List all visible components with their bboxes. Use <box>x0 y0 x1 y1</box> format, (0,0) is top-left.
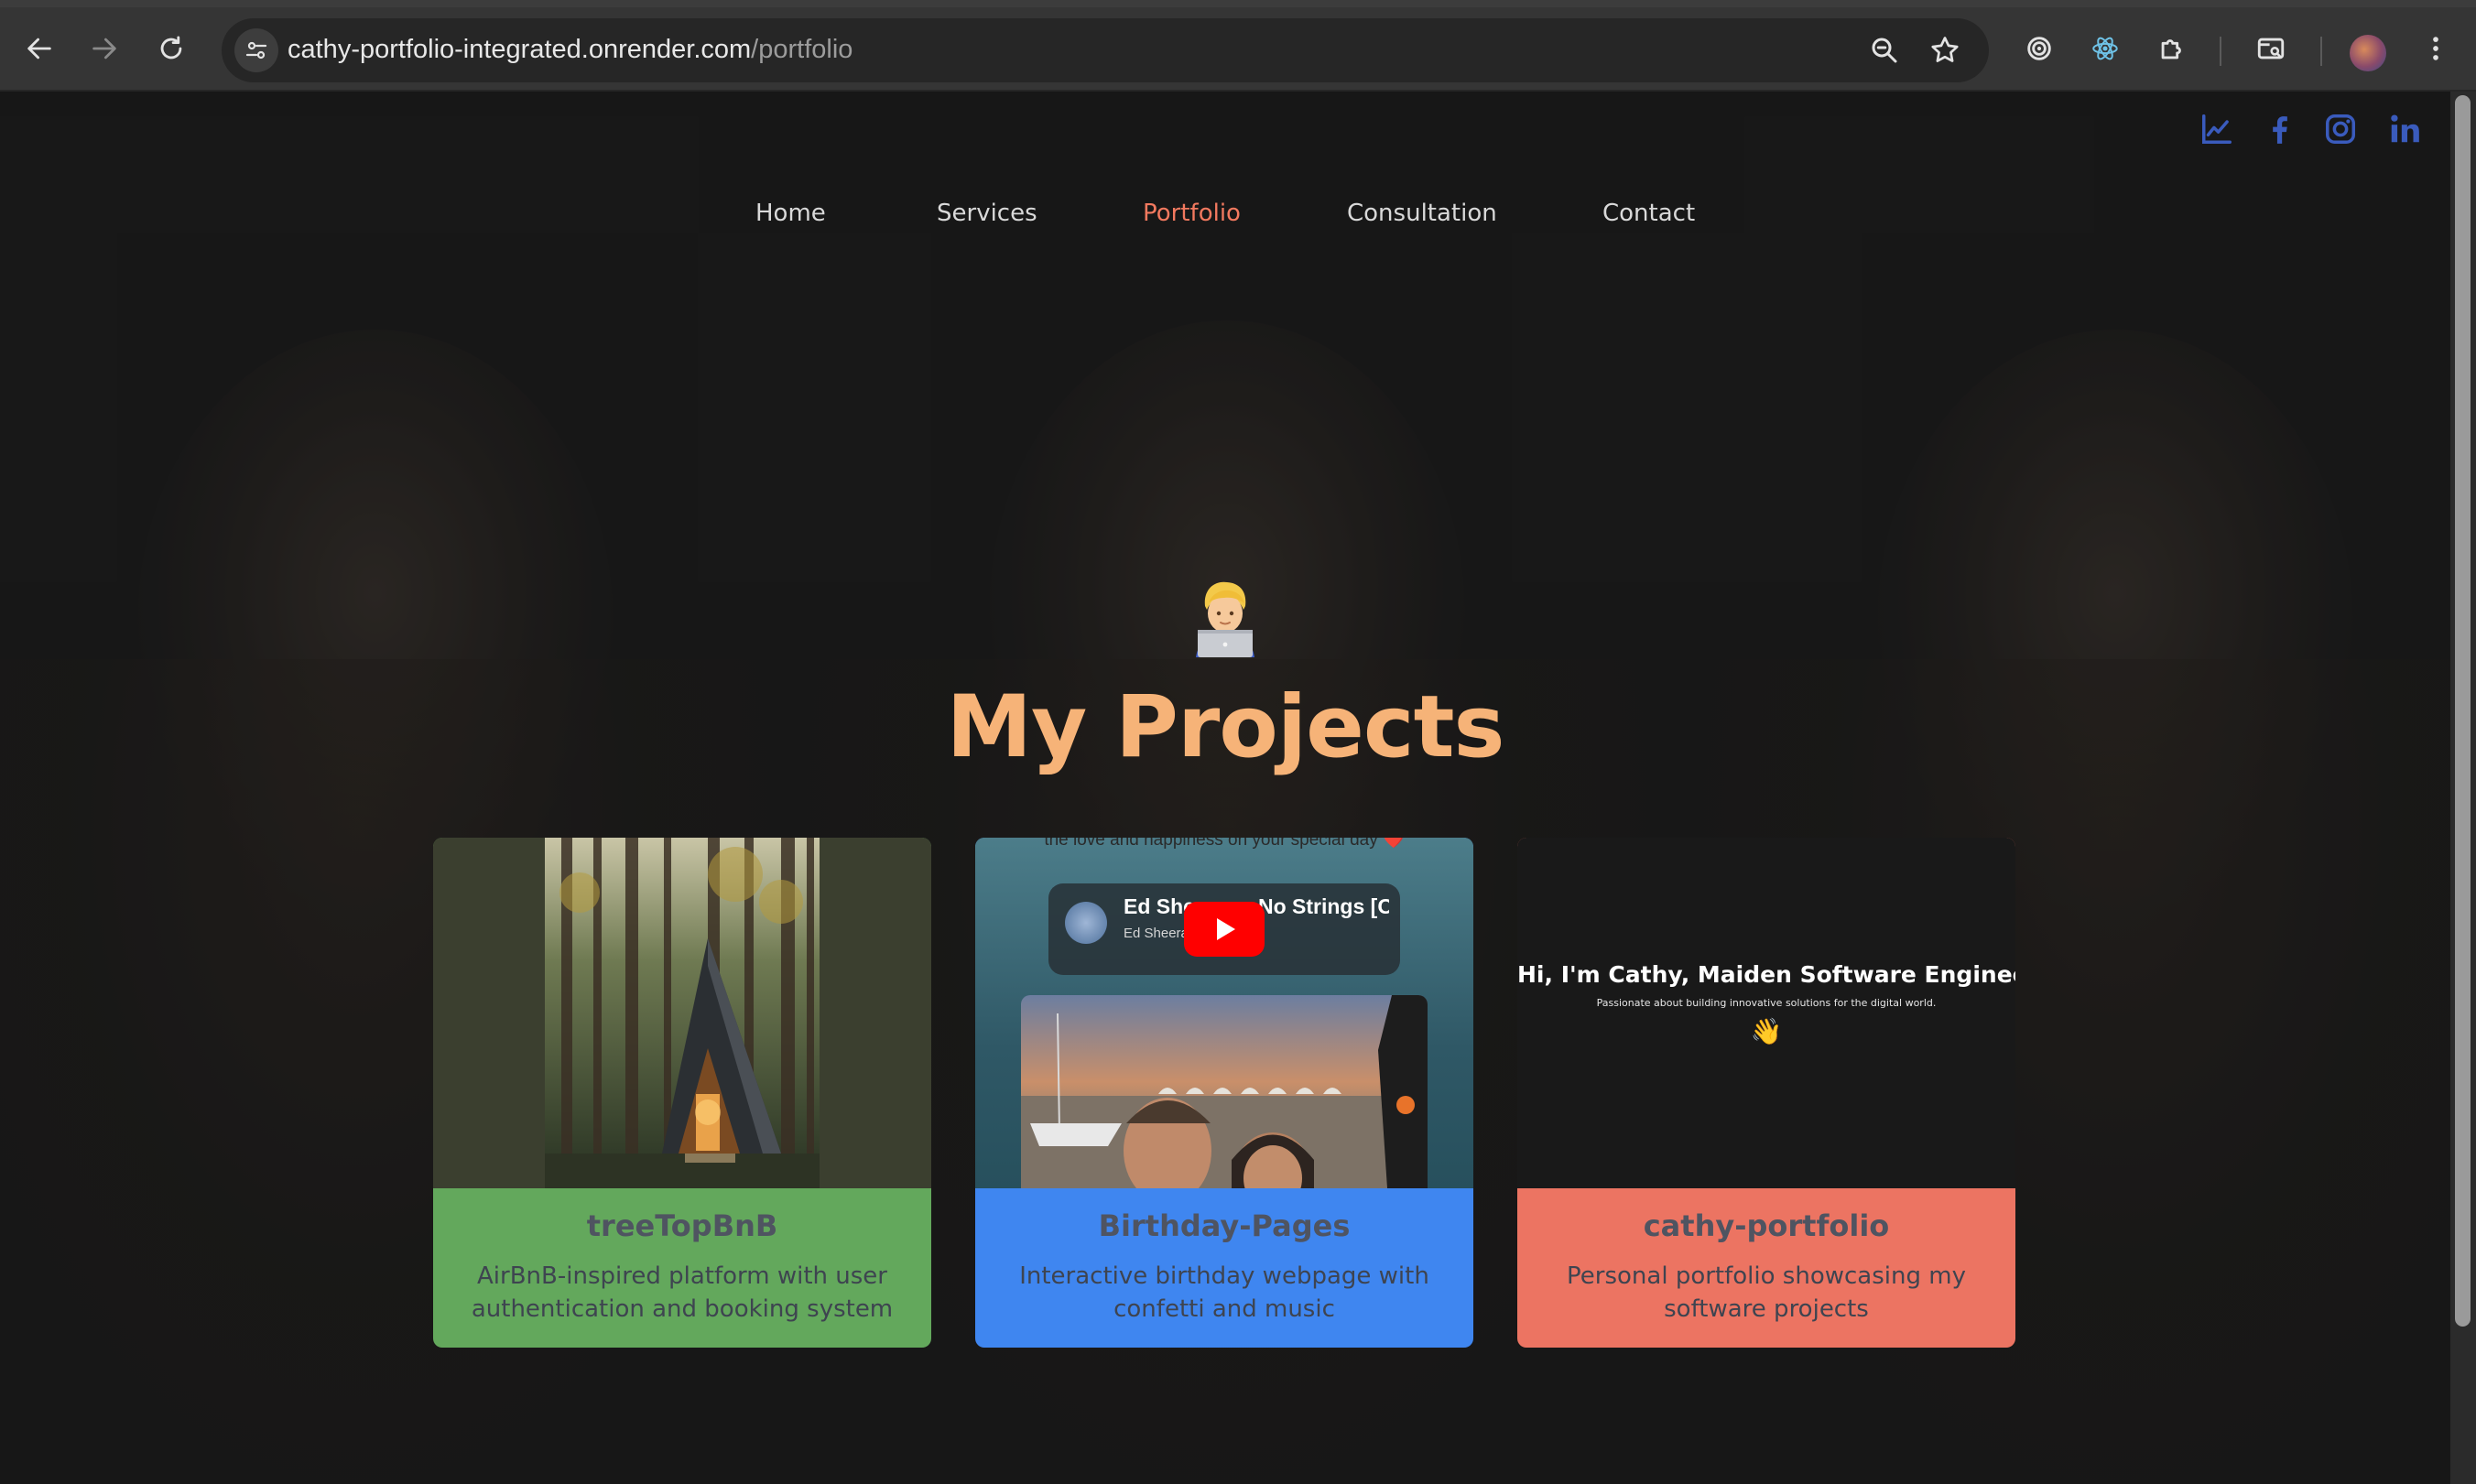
project-title: treeTopBnB <box>586 1208 778 1243</box>
tab-search-icon[interactable] <box>2250 27 2292 70</box>
extension-target-icon[interactable] <box>2018 27 2060 70</box>
menu-icon[interactable] <box>2415 27 2457 70</box>
nav-portfolio[interactable]: Portfolio <box>1143 200 1241 227</box>
extensions-puzzle-icon[interactable] <box>2151 27 2193 70</box>
nav-services[interactable]: Services <box>937 200 1037 227</box>
project-card-body: Birthday-Pages Interactive birthday webp… <box>975 1188 1473 1348</box>
page-title: My Projects <box>946 677 1505 777</box>
project-description: Interactive birthday webpage with confet… <box>1019 1262 1429 1323</box>
project-description: AirBnB-inspired platform with user authe… <box>471 1262 894 1323</box>
project-title: cathy-portfolio <box>1643 1208 1890 1243</box>
project-card-body: treeTopBnB AirBnB-inspired platform with… <box>433 1188 931 1348</box>
toolbar-separator <box>2320 37 2322 66</box>
browser-toolbar: cathy-portfolio-integrated.onrender.com/… <box>0 7 2476 92</box>
linkedin-icon[interactable] <box>2385 110 2424 148</box>
project-card-treetopbnb[interactable]: treeTopBnB AirBnB-inspired platform with… <box>433 838 931 1348</box>
portfolio-screenshot: Hi, I'm Cathy, Maiden Software Engineer … <box>1517 838 2015 1188</box>
a-frame-cabin-forest-image <box>433 838 931 1188</box>
scrollbar-thumb[interactable] <box>2455 95 2471 1327</box>
back-icon[interactable] <box>18 27 60 70</box>
url-host: cathy-portfolio-integrated.onrender.com <box>288 35 752 64</box>
waving-hand-icon: 👋 <box>1750 1016 1783 1046</box>
page-viewport: Home Services Portfolio Consultation Con… <box>0 92 2450 1484</box>
instagram-icon[interactable] <box>2321 110 2360 148</box>
nav-consultation[interactable]: Consultation <box>1347 200 1497 227</box>
youtube-embed[interactable]: Ed Sheeran - No Strings [O Ed Sheeran <box>1048 883 1400 975</box>
reload-icon[interactable] <box>150 27 192 70</box>
react-devtools-icon[interactable] <box>2084 27 2126 70</box>
address-bar[interactable]: cathy-portfolio-integrated.onrender.com/… <box>222 18 1989 82</box>
main-nav: Home Services Portfolio Consultation Con… <box>0 200 2450 236</box>
project-card-birthday-pages[interactable]: the love and happiness on your special d… <box>975 838 1473 1348</box>
project-title: Birthday-Pages <box>1098 1208 1351 1243</box>
forward-icon[interactable] <box>83 27 125 70</box>
profile-avatar[interactable] <box>2350 35 2386 71</box>
browser-tab-strip <box>0 0 2476 7</box>
preview-heading: Hi, I'm Cathy, Maiden Software Engineer <box>1517 961 2015 988</box>
embed-caption: the love and happiness on your special d… <box>1044 838 1405 850</box>
play-button[interactable] <box>1184 902 1265 957</box>
url-text: cathy-portfolio-integrated.onrender.com/… <box>288 35 852 65</box>
toolbar-separator <box>2220 37 2221 66</box>
nav-home[interactable]: Home <box>755 200 826 227</box>
project-card-body: cathy-portfolio Personal portfolio showc… <box>1517 1188 2015 1348</box>
channel-avatar <box>1065 902 1107 944</box>
site-info-icon[interactable] <box>234 28 278 72</box>
beach-photo <box>1021 995 1428 1188</box>
url-path: /portfolio <box>751 35 853 64</box>
project-card-cathy-portfolio[interactable]: Hi, I'm Cathy, Maiden Software Engineer … <box>1517 838 2015 1348</box>
man-technologist-emoji <box>1196 581 1254 657</box>
project-description: Personal portfolio showcasing my softwar… <box>1567 1262 1966 1323</box>
preview-tagline: Passionate about building innovative sol… <box>1596 997 1937 1009</box>
nav-contact[interactable]: Contact <box>1602 200 1695 227</box>
birthday-page-screenshot: the love and happiness on your special d… <box>975 838 1473 1188</box>
chart-icon[interactable] <box>2198 110 2236 148</box>
zoom-icon[interactable] <box>1868 34 1901 67</box>
facebook-icon[interactable] <box>2260 110 2298 148</box>
bookmark-star-icon[interactable] <box>1928 34 1961 67</box>
